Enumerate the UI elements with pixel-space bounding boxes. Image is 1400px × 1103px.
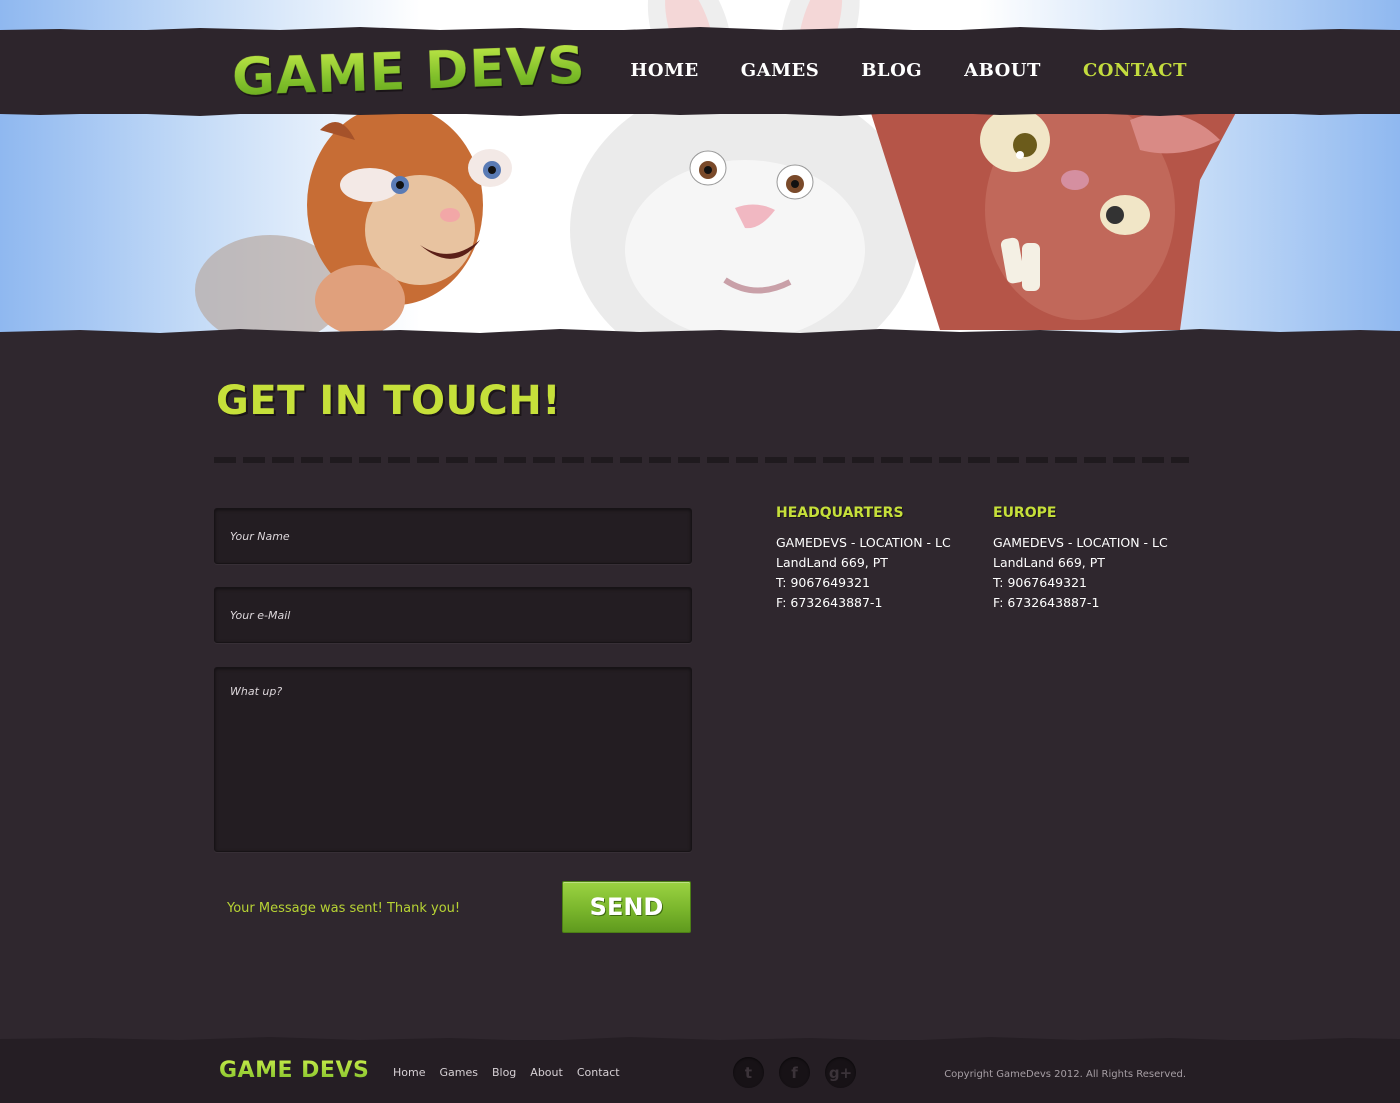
copyright-text: Copyright GameDevs 2012. All Rights Rese… [944,1069,1186,1080]
nav-blog[interactable]: BLOG [861,60,922,81]
send-button[interactable]: SEND [562,881,691,933]
footer-link-blog[interactable]: Blog [492,1066,516,1079]
facebook-icon[interactable]: f [779,1057,810,1088]
footer-logo[interactable]: GAME DEVS [219,1058,369,1083]
footer-link-games[interactable]: Games [439,1066,477,1079]
office-address-line: GAMEDEVS - LOCATION - LC [776,535,951,550]
squirrel-character [195,105,512,336]
nav-games[interactable]: GAMES [741,60,819,81]
office-headquarters: HEADQUARTERS GAMEDEVS - LOCATION - LC La… [776,505,986,613]
office-phone: T: 9067649321 [993,575,1087,590]
office-fax: F: 6732643887-1 [776,595,883,610]
site-logo[interactable]: GAME DEVS [231,36,587,108]
footer: GAME DEVS Home Games Blog About Contact … [0,1037,1400,1103]
torn-edge-decoration [0,1037,1400,1043]
nav-home[interactable]: HOME [630,60,698,81]
office-heading: HEADQUARTERS [776,505,904,521]
social-links: t f g+ [733,1057,856,1088]
footer-link-contact[interactable]: Contact [577,1066,620,1079]
torn-edge-decoration [0,329,1400,340]
footer-link-home[interactable]: Home [393,1066,425,1079]
torn-edge-decoration [0,27,1400,34]
torn-edge-decoration [0,110,1400,116]
form-status-message: Your Message was sent! Thank you! [227,901,461,916]
page-title: GET IN TOUCH! [216,378,561,424]
google-plus-icon[interactable]: g+ [825,1057,856,1088]
office-heading: EUROPE [993,505,1057,521]
name-input[interactable] [214,508,692,564]
main-nav: HOME GAMES BLOG ABOUT CONTACT [630,60,1187,81]
footer-link-about[interactable]: About [530,1066,563,1079]
office-address-line: GAMEDEVS - LOCATION - LC [993,535,1168,550]
dashed-divider [214,457,1189,463]
footer-nav: Home Games Blog About Contact [393,1066,620,1079]
office-address-line: LandLand 669, PT [993,555,1105,570]
office-fax: F: 6732643887-1 [993,595,1100,610]
flying-squirrel-character [870,100,1240,330]
office-address-line: LandLand 669, PT [776,555,888,570]
nav-about[interactable]: ABOUT [964,60,1041,81]
message-textarea[interactable] [214,667,692,852]
office-europe: EUROPE GAMEDEVS - LOCATION - LC LandLand… [993,505,1203,613]
nav-contact[interactable]: CONTACT [1083,60,1187,81]
header-bar: GAME DEVS HOME GAMES BLOG ABOUT CONTACT [0,27,1400,116]
email-input[interactable] [214,587,692,643]
twitter-icon[interactable]: t [733,1057,764,1088]
office-phone: T: 9067649321 [776,575,870,590]
